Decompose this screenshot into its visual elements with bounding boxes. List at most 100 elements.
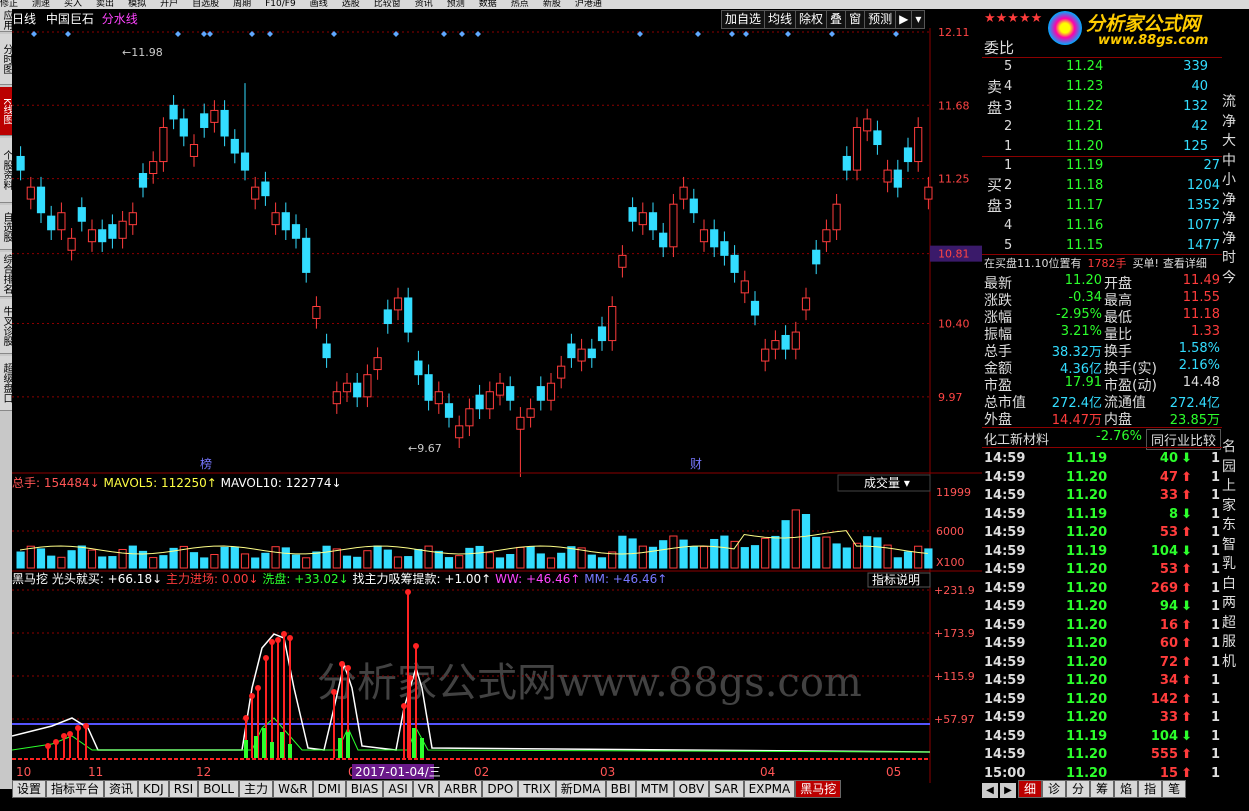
indicator-tab[interactable]: 黑马挖 — [795, 780, 842, 798]
volume-bar — [108, 556, 117, 569]
menu-item[interactable]: 自选股 — [192, 0, 219, 9]
arrow-down-icon: ⬇ — [1181, 599, 1192, 614]
menu-item[interactable]: 开户 — [160, 0, 178, 9]
candle — [455, 415, 464, 448]
menu-item[interactable]: 预测 — [447, 0, 465, 9]
scroll-left-icon[interactable]: ◀ — [982, 783, 998, 799]
indicator-tab[interactable]: 主力 — [239, 780, 274, 798]
ask-level: 5 — [1004, 59, 1013, 74]
volume-bar — [200, 557, 209, 569]
menu-item[interactable]: 数据 — [479, 0, 497, 9]
scroll-right-icon[interactable]: ▶ — [1000, 783, 1016, 799]
left-tab[interactable]: 分时图 — [0, 34, 12, 85]
menu-item[interactable]: 画线 — [310, 0, 328, 9]
toolbar-button[interactable]: 除权 — [795, 10, 828, 29]
wash-bar — [338, 738, 342, 758]
left-tab[interactable]: 综合排名 — [0, 252, 12, 297]
arrow-up-icon: ⬆ — [1181, 562, 1192, 577]
indicator-tab[interactable]: DMI — [312, 780, 346, 798]
menu-item[interactable]: 资讯 — [415, 0, 433, 9]
high-annotation: ←11.98 — [122, 46, 163, 59]
indicator-tab[interactable]: BBI — [605, 780, 636, 798]
indicator-tab[interactable]: 指标平台 — [46, 780, 105, 798]
volume-bar — [353, 556, 362, 569]
indicator-tab[interactable]: W&R — [273, 780, 313, 798]
indicator-tab[interactable]: KDJ — [138, 780, 169, 798]
menu-item[interactable]: 测速 — [32, 0, 50, 9]
toolbar-button[interactable]: 预测 — [864, 10, 897, 29]
indicator-tab[interactable]: 设置 — [12, 780, 47, 798]
toolbar-button[interactable]: 加自选 — [721, 10, 766, 29]
indicator-tab[interactable]: TRIX — [518, 780, 556, 798]
volume-bar — [812, 536, 821, 569]
dropdown-icon[interactable]: ▾ — [911, 10, 926, 29]
toolbar-button[interactable]: 叠 — [826, 10, 847, 29]
indicator-tab[interactable]: 新DMA — [555, 780, 606, 798]
menu-item[interactable]: 比较窗 — [374, 0, 401, 9]
kline-chart[interactable]: 12.11 11.68 11.25 10.81 10.40 9.97 ←11.98 ←9.67… — [12, 28, 982, 783]
toolbar-button[interactable]: 窗 — [845, 10, 866, 29]
menu-item[interactable]: 卖出 — [96, 0, 114, 9]
left-tab[interactable]: 自选股 — [0, 205, 12, 250]
right-tab[interactable]: 指 — [1138, 780, 1163, 798]
indicator-tab[interactable]: ASI — [383, 780, 413, 798]
menu-item[interactable]: 修正 — [0, 0, 18, 9]
menu-item[interactable]: F10/F9 — [265, 0, 296, 9]
period-label[interactable]: 日线 — [12, 12, 36, 26]
candle — [302, 228, 311, 283]
indicator-tab[interactable]: RSI — [168, 780, 199, 798]
indicator-tab[interactable]: BOLL — [198, 780, 240, 798]
indicator-tab[interactable]: DPO — [482, 780, 519, 798]
wash-bar — [254, 736, 258, 758]
indicator-tab[interactable]: ARBR — [439, 780, 483, 798]
formula-name[interactable]: 分水线 — [102, 12, 138, 26]
right-tab[interactable]: 细 — [1018, 780, 1043, 798]
order-book-title: 委比 — [984, 39, 1015, 57]
quote-value: 14.48 — [1182, 375, 1220, 390]
site-logo: 分析家公式网 www.88gs.com — [1048, 9, 1248, 53]
indicator-tab[interactable]: BIAS — [345, 780, 384, 798]
indicator-tab[interactable]: VR — [412, 780, 440, 798]
signal-dot — [275, 637, 281, 643]
indicator-tab[interactable]: MTM — [635, 780, 674, 798]
bid-volume: 1352 — [1186, 198, 1220, 213]
menu-item[interactable]: 选股 — [342, 0, 360, 9]
menu-item[interactable]: 新股 — [543, 0, 561, 9]
bid-detail-link[interactable]: 查看详细 — [1163, 257, 1207, 270]
left-tab[interactable]: 牛叉诊股 — [0, 299, 12, 354]
volume-bar — [67, 550, 76, 569]
left-tab[interactable]: 应用 — [0, 9, 12, 32]
edge-char: 机 — [1222, 653, 1236, 670]
tick-row: 14:59 11.19 104 ⬇ 1 — [984, 728, 1220, 746]
edge-char: 名 — [1222, 439, 1236, 455]
menu-item[interactable]: 模拟 — [128, 0, 146, 9]
right-tab[interactable]: 焰 — [1114, 780, 1139, 798]
left-tab[interactable]: K线图 — [0, 87, 12, 136]
menu-item[interactable]: 买入 — [64, 0, 82, 9]
indicator-tab[interactable]: SAR — [709, 780, 744, 798]
tick-price: 11.20 — [1066, 580, 1108, 596]
indicator-axis-label: +231.9 — [934, 584, 975, 597]
left-tab[interactable]: 个股资料 — [0, 138, 12, 203]
candle — [699, 219, 709, 252]
play-icon[interactable]: ▶ — [895, 10, 913, 29]
candle — [863, 108, 872, 142]
menu-item[interactable]: 沪港通 — [575, 0, 602, 9]
menu-item[interactable]: 周期 — [233, 0, 251, 9]
left-tab[interactable]: 超级盘口 — [0, 356, 12, 411]
right-tab[interactable]: 诊 — [1042, 780, 1067, 798]
right-tab[interactable]: 分 — [1066, 780, 1091, 798]
indicator-tab[interactable]: OBV — [673, 780, 710, 798]
menu-item[interactable]: 热点 — [511, 0, 529, 9]
right-tab[interactable]: 筹 — [1090, 780, 1115, 798]
right-tabs: ◀ ▶ 细诊分筹焰指笔 — [982, 780, 1249, 799]
candle — [16, 146, 25, 181]
toolbar-button[interactable]: 均线 — [764, 10, 797, 29]
indicator-tab[interactable]: 资讯 — [104, 780, 139, 798]
tick-price: 11.20 — [1066, 562, 1108, 577]
indicator-tab[interactable]: EXPMA — [743, 780, 796, 798]
tick-count: 1 — [1210, 673, 1220, 688]
right-tab[interactable]: 笔 — [1162, 780, 1187, 798]
candle — [750, 291, 760, 326]
volume-bar — [567, 546, 576, 569]
